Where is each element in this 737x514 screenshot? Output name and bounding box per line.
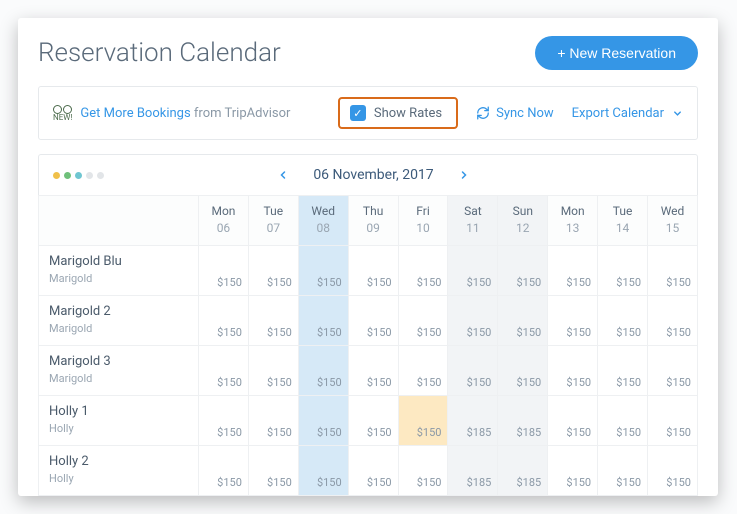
- room-cell[interactable]: Marigold 2Marigold: [39, 296, 199, 346]
- table-row: Holly 2Holly$150$150$150$150$150$185$185…: [39, 446, 698, 496]
- show-rates-label: Show Rates: [374, 106, 442, 121]
- status-dots-icon: [53, 172, 104, 179]
- rate-cell[interactable]: $150: [348, 446, 398, 496]
- rate-cell[interactable]: $150: [298, 296, 348, 346]
- rate-cell[interactable]: $150: [348, 346, 398, 396]
- rate-cell[interactable]: $150: [598, 446, 648, 496]
- rate-cell[interactable]: $150: [298, 246, 348, 296]
- table-row: Holly 1Holly$150$150$150$150$150$185$185…: [39, 396, 698, 446]
- prev-week-button[interactable]: [277, 169, 289, 181]
- rate-cell[interactable]: $185: [498, 396, 548, 446]
- date-navigator: 06 November, 2017: [38, 154, 698, 195]
- rate-cell[interactable]: $150: [298, 446, 348, 496]
- rate-cell[interactable]: $150: [248, 296, 298, 346]
- show-rates-toggle[interactable]: ✓ Show Rates: [338, 97, 458, 129]
- export-calendar-dropdown[interactable]: Export Calendar: [572, 106, 683, 121]
- day-header: Tue07: [248, 196, 298, 246]
- rate-cell[interactable]: $150: [199, 446, 249, 496]
- room-cell[interactable]: Holly 2Holly: [39, 446, 199, 496]
- tripadvisor-logo-icon: NEW!: [53, 105, 72, 122]
- rate-cell[interactable]: $150: [648, 396, 698, 446]
- rate-cell[interactable]: $150: [199, 346, 249, 396]
- rate-cell[interactable]: $150: [548, 396, 598, 446]
- rate-cell[interactable]: $150: [298, 346, 348, 396]
- rate-cell[interactable]: $150: [448, 246, 498, 296]
- room-cell[interactable]: Holly 1Holly: [39, 396, 199, 446]
- new-reservation-button[interactable]: + New Reservation: [535, 36, 698, 70]
- rate-cell[interactable]: $150: [398, 446, 448, 496]
- rate-cell[interactable]: $150: [548, 296, 598, 346]
- rate-cell[interactable]: $150: [398, 246, 448, 296]
- rate-cell[interactable]: $150: [398, 396, 448, 446]
- header: Reservation Calendar + New Reservation: [38, 36, 698, 70]
- rate-cell[interactable]: $185: [498, 446, 548, 496]
- rate-cell[interactable]: $150: [348, 246, 398, 296]
- table-row: Marigold 3Marigold$150$150$150$150$150$1…: [39, 346, 698, 396]
- rate-cell[interactable]: $150: [448, 346, 498, 396]
- toolbar: NEW! Get More Bookings from TripAdvisor …: [38, 86, 698, 140]
- room-cell[interactable]: Marigold BluMarigold: [39, 246, 199, 296]
- day-header: Wed15: [648, 196, 698, 246]
- day-header: Mon06: [199, 196, 249, 246]
- day-header: Mon13: [548, 196, 598, 246]
- rate-cell[interactable]: $150: [648, 296, 698, 346]
- next-week-button[interactable]: [458, 169, 470, 181]
- rate-cell[interactable]: $150: [248, 246, 298, 296]
- rate-cell[interactable]: $150: [498, 296, 548, 346]
- rate-cell[interactable]: $150: [548, 346, 598, 396]
- page-title: Reservation Calendar: [38, 38, 281, 68]
- rate-cell[interactable]: $150: [348, 396, 398, 446]
- rate-cell[interactable]: $150: [648, 246, 698, 296]
- rate-cell[interactable]: $150: [199, 246, 249, 296]
- rate-cell[interactable]: $150: [199, 296, 249, 346]
- get-more-bookings-link[interactable]: Get More Bookings: [80, 106, 190, 121]
- toolbar-left: NEW! Get More Bookings from TripAdvisor: [53, 105, 320, 122]
- room-cell[interactable]: Marigold 3Marigold: [39, 346, 199, 396]
- rate-cell[interactable]: $150: [598, 296, 648, 346]
- rate-cell[interactable]: $150: [498, 346, 548, 396]
- rate-cell[interactable]: $185: [448, 446, 498, 496]
- rate-cell[interactable]: $150: [548, 246, 598, 296]
- tripadvisor-suffix: from TripAdvisor: [191, 106, 291, 121]
- calendar-grid: Mon06Tue07Wed08Thu09Fri10Sat11Sun12Mon13…: [38, 195, 698, 496]
- rate-cell[interactable]: $150: [498, 246, 548, 296]
- rate-cell[interactable]: $150: [598, 346, 648, 396]
- rate-cell[interactable]: $150: [248, 396, 298, 446]
- day-header: Wed08: [298, 196, 348, 246]
- rate-cell[interactable]: $150: [248, 346, 298, 396]
- rate-cell[interactable]: $150: [348, 296, 398, 346]
- table-row: Marigold BluMarigold$150$150$150$150$150…: [39, 246, 698, 296]
- sync-now-button[interactable]: Sync Now: [476, 106, 554, 121]
- day-header: Fri10: [398, 196, 448, 246]
- rate-cell[interactable]: $185: [448, 396, 498, 446]
- current-date-label: 06 November, 2017: [313, 167, 433, 183]
- day-header: Sun12: [498, 196, 548, 246]
- sync-icon: [476, 106, 490, 120]
- rate-cell[interactable]: $150: [248, 446, 298, 496]
- rate-cell[interactable]: $150: [298, 396, 348, 446]
- table-row: Marigold 2Marigold$150$150$150$150$150$1…: [39, 296, 698, 346]
- day-header: Thu09: [348, 196, 398, 246]
- rate-cell[interactable]: $150: [398, 296, 448, 346]
- rate-cell[interactable]: $150: [398, 346, 448, 396]
- checkbox-checked-icon: ✓: [350, 105, 366, 121]
- rate-cell[interactable]: $150: [199, 396, 249, 446]
- rate-cell[interactable]: $150: [548, 446, 598, 496]
- chevron-down-icon: [672, 108, 683, 119]
- rate-cell[interactable]: $150: [448, 296, 498, 346]
- rate-cell[interactable]: $150: [598, 396, 648, 446]
- day-header: Tue14: [598, 196, 648, 246]
- day-header: Sat11: [448, 196, 498, 246]
- rate-cell[interactable]: $150: [598, 246, 648, 296]
- reservation-panel: Reservation Calendar + New Reservation N…: [18, 18, 718, 496]
- rate-cell[interactable]: $150: [648, 346, 698, 396]
- rate-cell[interactable]: $150: [648, 446, 698, 496]
